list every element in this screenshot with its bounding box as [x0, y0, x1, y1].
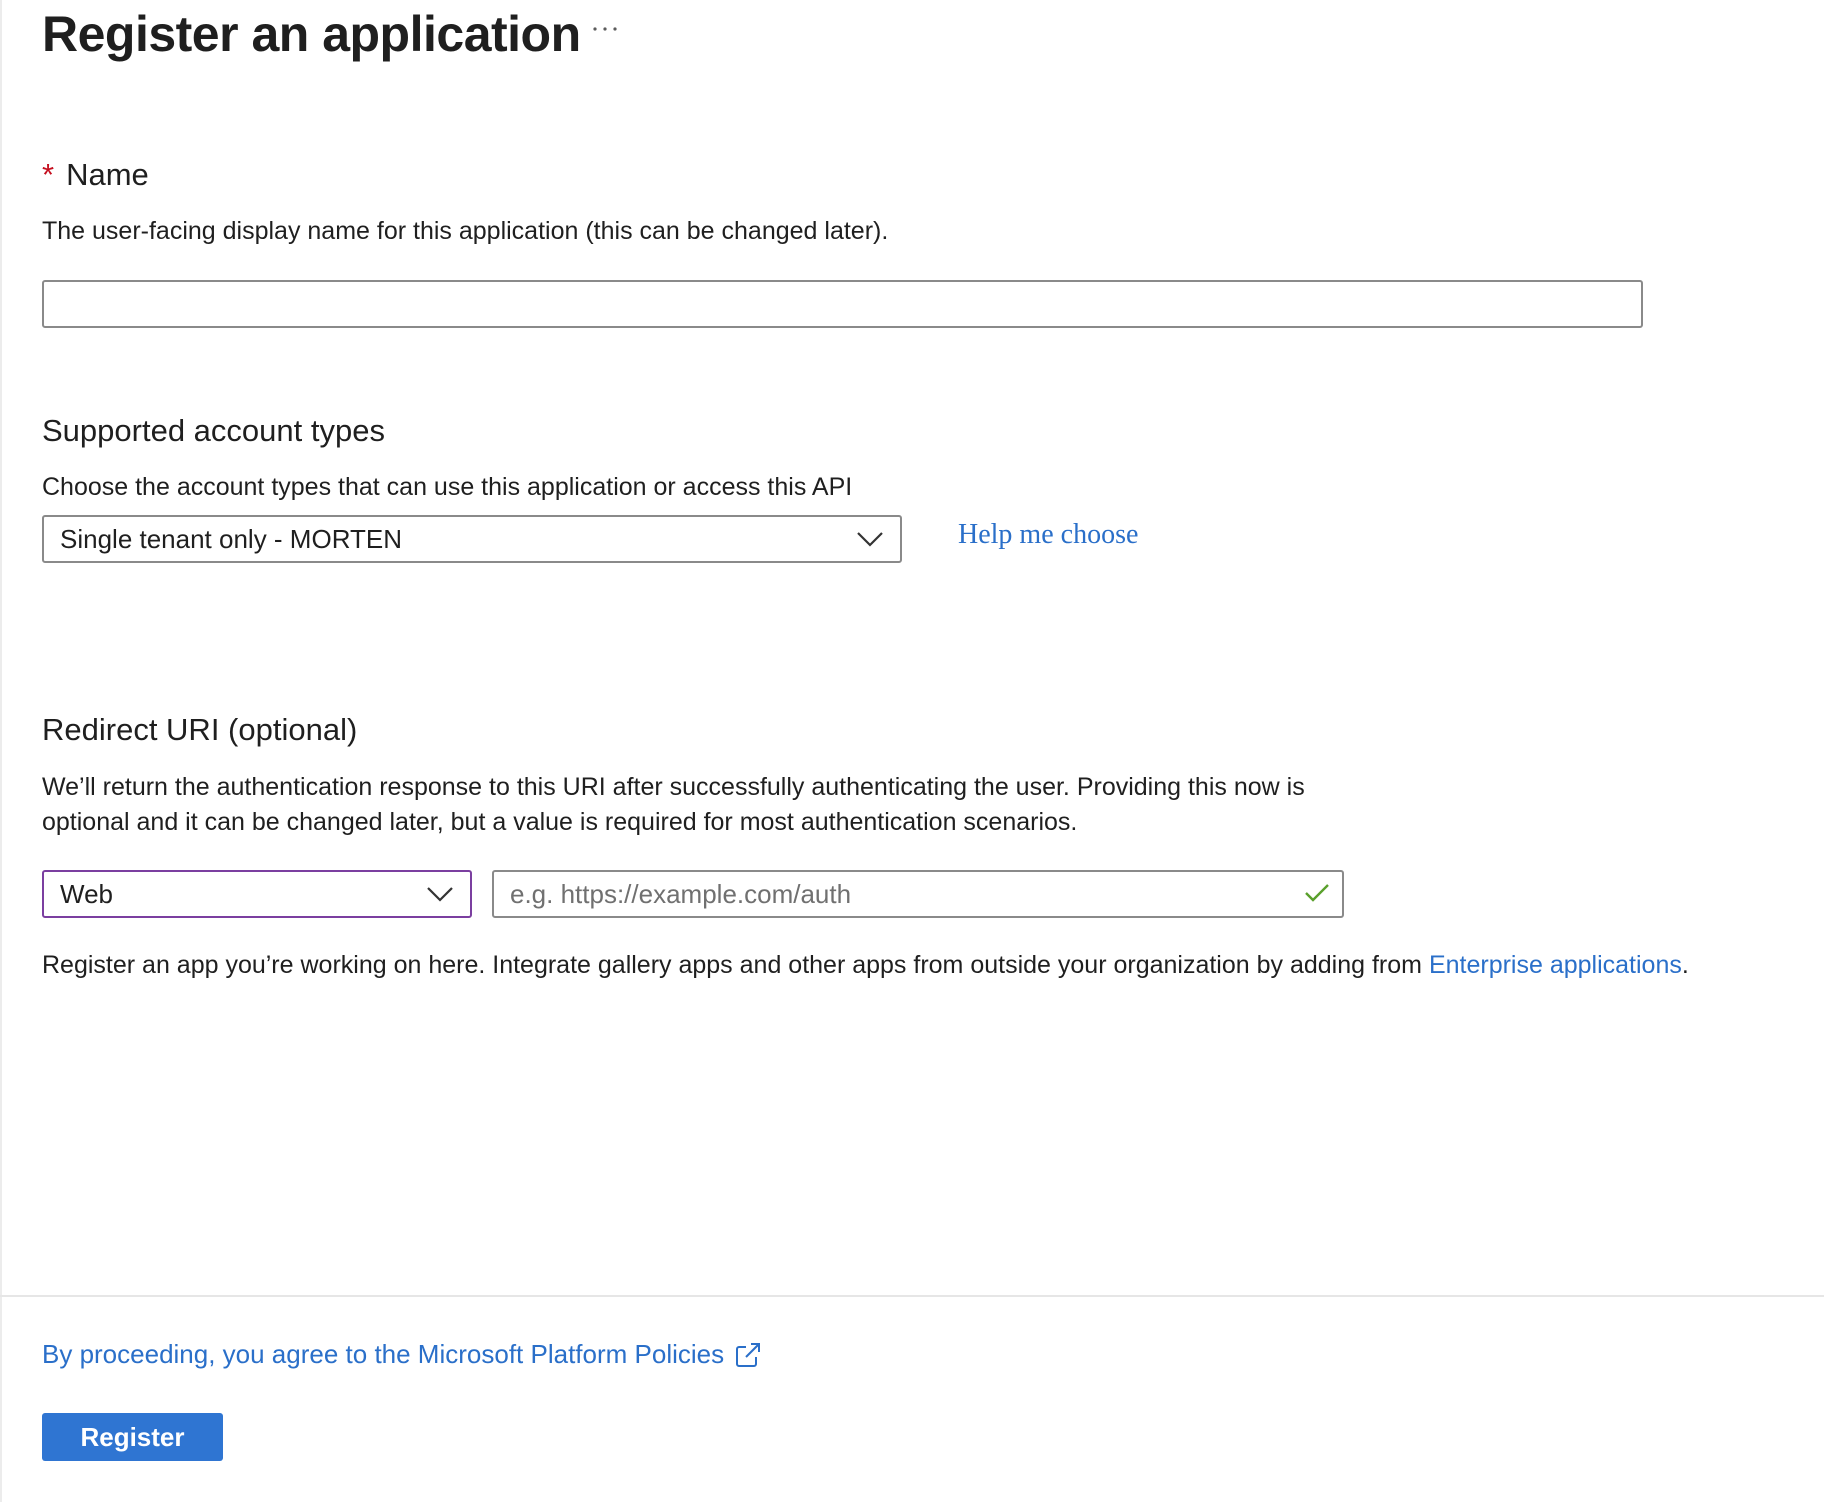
required-marker: * — [42, 157, 55, 192]
more-options-button[interactable] — [588, 12, 622, 46]
name-label: * Name — [42, 156, 149, 193]
redirect-uri-field — [492, 870, 1344, 918]
platform-policies-link-text: By proceeding, you agree to the Microsof… — [42, 1339, 725, 1369]
redirect-description-line2: optional and it can be changed later, bu… — [42, 808, 1078, 836]
account-types-description: Choose the account types that can use th… — [42, 473, 853, 501]
platform-policies-link[interactable]: By proceeding, you agree to the Microsof… — [42, 1338, 762, 1372]
redirect-description-line1: We’ll return the authentication response… — [42, 773, 1305, 801]
redirect-uri-input[interactable] — [492, 870, 1344, 918]
help-me-choose-link[interactable]: Help me choose — [958, 518, 1138, 552]
account-types-selected-value: Single tenant only - MORTEN — [60, 523, 402, 554]
account-types-heading: Supported account types — [42, 413, 385, 448]
register-note-text: Register an app you’re working on here. … — [42, 951, 1429, 979]
account-types-select[interactable]: Single tenant only - MORTEN — [42, 515, 902, 563]
external-link-icon — [736, 1342, 761, 1367]
platform-select[interactable]: Web — [42, 870, 472, 918]
name-description: The user-facing display name for this ap… — [42, 217, 889, 245]
more-horizontal-icon — [593, 27, 617, 31]
footer-divider — [0, 1295, 1824, 1297]
chevron-down-icon — [427, 887, 453, 902]
left-border — [0, 0, 2, 1502]
platform-selected-value: Web — [60, 878, 113, 909]
register-button[interactable]: Register — [42, 1413, 223, 1461]
enterprise-applications-link[interactable]: Enterprise applications — [1429, 951, 1682, 979]
redirect-uri-heading: Redirect URI (optional) — [42, 712, 358, 747]
check-icon — [1305, 884, 1329, 902]
chevron-down-icon — [857, 532, 883, 547]
register-note: Register an app you’re working on here. … — [42, 948, 1689, 983]
page-title: Register an application — [42, 6, 581, 62]
register-application-page: Register an application * Name The user-f… — [0, 0, 1824, 1502]
name-input[interactable] — [42, 280, 1643, 328]
register-note-suffix: . — [1681, 951, 1689, 979]
name-label-text: Name — [66, 157, 149, 192]
